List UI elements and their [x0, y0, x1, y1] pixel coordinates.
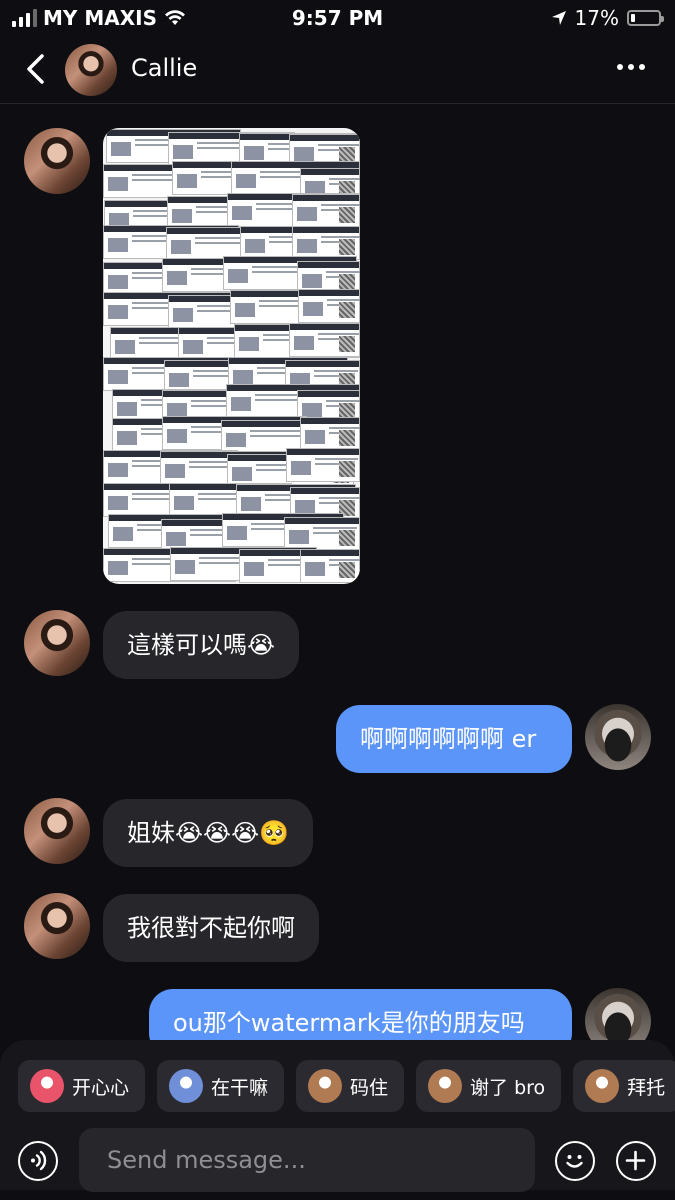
message-bubble-incoming[interactable]: 這樣可以嗎😭 — [103, 611, 300, 679]
quick-reply-label: 谢了 bro — [470, 1076, 546, 1099]
quick-reply-chip[interactable]: 谢了 bro — [416, 1060, 562, 1112]
contact-avatar[interactable] — [65, 44, 117, 96]
screenshot-thumbnail — [292, 194, 360, 228]
quick-reply-label: 码住 — [350, 1076, 389, 1099]
chat-header: Callie — [0, 36, 675, 104]
monkey-sticker-icon — [308, 1069, 343, 1103]
avatar[interactable] — [24, 128, 90, 194]
screenshot-thumbnail — [292, 226, 360, 260]
battery-percent: 17% — [574, 6, 619, 30]
status-bar: MY MAXIS 9:57 PM 17% — [0, 0, 675, 36]
contact-name[interactable]: Callie — [131, 54, 197, 82]
avatar[interactable] — [24, 893, 90, 959]
quick-reply-chip[interactable]: 拜托 — [573, 1060, 675, 1112]
message-composer — [0, 1128, 675, 1194]
quick-reply-label: 在干嘛 — [211, 1076, 269, 1099]
screenshot-thumbnail — [284, 517, 360, 551]
status-right: 17% — [551, 6, 664, 30]
location-arrow-icon — [551, 11, 566, 25]
battery-icon — [627, 10, 664, 26]
quick-reply-label: 拜托 — [627, 1076, 666, 1099]
monkey-please-icon — [585, 1069, 620, 1103]
more-options-icon[interactable] — [617, 64, 645, 70]
screenshot-thumbnail — [300, 549, 360, 583]
add-attachment-icon[interactable] — [616, 1141, 656, 1181]
avatar[interactable] — [24, 610, 90, 676]
screenshot-thumbnail — [289, 323, 360, 357]
voice-message-icon[interactable] — [18, 1141, 58, 1181]
quick-reply-chip[interactable]: 开心心 — [18, 1060, 146, 1112]
image-message[interactable] — [103, 128, 360, 584]
message-bubble-incoming[interactable]: 我很對不起你啊 — [103, 894, 319, 962]
monkey-thanks-icon — [428, 1069, 463, 1103]
what-sticker-icon — [169, 1069, 204, 1103]
avatar[interactable] — [585, 704, 651, 770]
avatar[interactable] — [24, 798, 90, 864]
message-bubble-incoming[interactable]: 姐妹😭😭😭🥺 — [103, 799, 314, 867]
back-chevron-icon[interactable] — [22, 52, 50, 86]
quick-reply-chip[interactable]: 码住 — [296, 1060, 405, 1112]
screenshot-thumbnail — [300, 417, 360, 451]
message-bubble-outgoing[interactable]: 啊啊啊啊啊啊 er — [336, 705, 572, 773]
quick-reply-label: 开心心 — [72, 1076, 130, 1099]
quick-reply-chip[interactable]: 在干嘛 — [157, 1060, 285, 1112]
happy-sticker-icon — [30, 1069, 64, 1103]
message-input[interactable] — [79, 1128, 535, 1192]
emoji-icon[interactable] — [555, 1141, 595, 1181]
screenshot-thumbnail — [298, 289, 360, 323]
quick-reply-list: 开心心 在干嘛 码住 谢了 bro 拜托 — [18, 1060, 675, 1112]
screenshot-thumbnail — [286, 448, 360, 482]
